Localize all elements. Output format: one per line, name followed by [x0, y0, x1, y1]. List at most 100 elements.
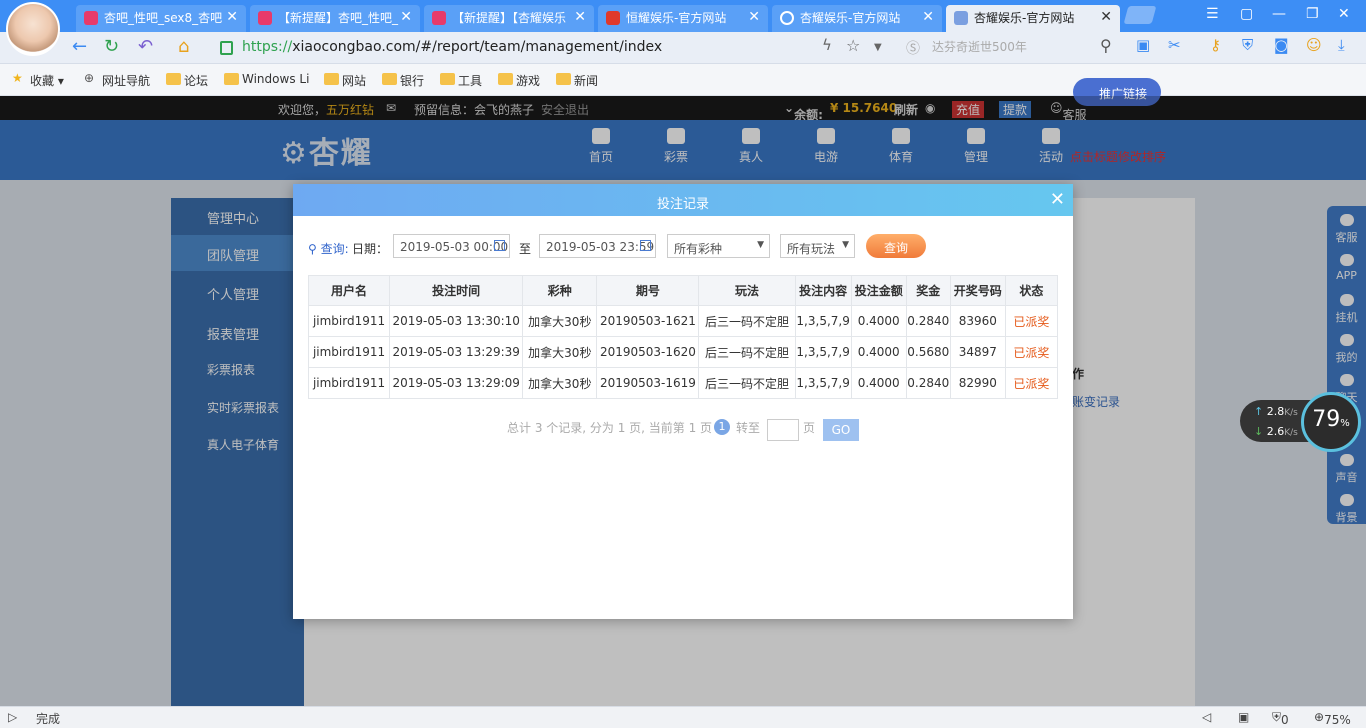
star-icon[interactable]: ☆	[846, 36, 860, 55]
memory-gauge[interactable]: 79%	[1301, 392, 1361, 452]
col-bet-time[interactable]: 投注时间	[389, 275, 524, 306]
query-label: ⚲ 查询:	[308, 242, 349, 256]
col-result[interactable]: 开奖号码	[949, 275, 1006, 306]
window-close-icon[interactable]: ✕	[1338, 6, 1350, 22]
scissors-icon[interactable]: ✂	[1168, 36, 1181, 54]
folder-icon	[498, 73, 513, 85]
address-bar: ← ↻ ↶ ⌂ https://xiaocongbao.com/#/report…	[0, 32, 1366, 64]
tab-label: 杏耀娱乐-官方网站	[800, 11, 901, 25]
chevron-down-icon: ▼	[757, 240, 764, 250]
upload-speed: ↑ 2.8K/s	[1254, 405, 1298, 418]
query-button[interactable]: 查询	[866, 234, 926, 258]
new-tab-button[interactable]	[1123, 6, 1157, 24]
bookmark-folder[interactable]: 网站	[324, 72, 366, 89]
maximize-icon[interactable]: ❐	[1306, 6, 1319, 22]
col-content[interactable]: 投注内容	[794, 275, 852, 306]
minimize-icon[interactable]: —	[1272, 6, 1286, 22]
cell-bonus: 0.2840	[905, 305, 951, 337]
col-username[interactable]: 用户名	[307, 275, 391, 306]
pager-go-button[interactable]: GO	[823, 419, 859, 441]
lock-icon[interactable]: ▣	[1238, 710, 1249, 724]
mute-icon[interactable]: ◁	[1202, 710, 1211, 724]
back-icon[interactable]: ←	[72, 36, 87, 57]
col-play[interactable]: 玩法	[698, 275, 796, 306]
close-icon[interactable]: ✕	[748, 9, 760, 25]
cell-lottery: 加拿大30秒	[522, 305, 598, 337]
search-engine-icon[interactable]: Ⓢ	[906, 38, 920, 58]
tab-4[interactable]: 恒耀娱乐-官方网站 ✕	[598, 5, 768, 32]
pager-current-page[interactable]: 1	[714, 419, 730, 435]
col-amount[interactable]: 投注金额	[850, 275, 907, 306]
cell-result: 83960	[949, 305, 1006, 337]
lightning-icon[interactable]: ϟ	[822, 36, 832, 54]
close-icon[interactable]: ✕	[1050, 189, 1065, 210]
translate-icon[interactable]: ◙	[1274, 36, 1289, 54]
tab-label: 杏吧_性吧_sex8_杏吧	[104, 11, 223, 25]
modal-header: 投注记录 ✕	[293, 184, 1073, 216]
bookmark-folder[interactable]: 银行	[382, 72, 424, 89]
undo-icon[interactable]: ↶	[138, 36, 153, 57]
bookmark-folder[interactable]: 游戏	[498, 72, 540, 89]
folder-icon	[440, 73, 455, 85]
play-select[interactable]: 所有玩法 ▼	[780, 234, 855, 258]
tab-2[interactable]: 【新提醒】杏吧_性吧_ ✕	[250, 5, 420, 32]
adblock-icon[interactable]: ⛨ 0	[1272, 710, 1289, 727]
site-favicon-icon	[432, 11, 446, 25]
bookmark-nav[interactable]: ⊕ 网址导航	[84, 71, 150, 89]
tab-label: 【新提醒】【杏耀娱乐	[452, 11, 567, 25]
calendar-icon[interactable]	[640, 240, 651, 251]
pager-goto-label: 转至	[736, 421, 761, 435]
site-favicon-icon	[606, 11, 620, 25]
bet-record-modal: 投注记录 ✕ ⚲ 查询: 日期： 2019-05-03 00:00 至 2019…	[293, 184, 1073, 619]
bookmark-folder[interactable]: 论坛	[166, 72, 208, 89]
tab-label: 恒耀娱乐-官方网站	[626, 11, 727, 25]
table-row[interactable]: jimbird1911 2019-05-03 13:29:09 加拿大30秒 2…	[307, 367, 1059, 399]
bookmark-favorites[interactable]: ★ 收藏 ▾	[12, 71, 64, 89]
col-status[interactable]: 状态	[1004, 275, 1059, 306]
tab-5[interactable]: 杏耀娱乐-官方网站 ✕	[772, 5, 942, 32]
search-hint[interactable]: 达芬奇逝世500年	[932, 38, 1027, 55]
skin-icon[interactable]: ▢	[1240, 6, 1253, 22]
lottery-select[interactable]: 所有彩种 ▼	[667, 234, 770, 258]
cell-status: 已派奖	[1004, 336, 1059, 368]
date-label: 日期：	[352, 242, 389, 256]
menu-icon[interactable]: ☰	[1206, 6, 1219, 22]
folder-icon	[324, 73, 339, 85]
download-icon[interactable]: ⤓	[1338, 36, 1345, 54]
site-favicon-icon	[258, 11, 272, 25]
reload-icon[interactable]: ↻	[104, 36, 119, 57]
zoom-indicator[interactable]: ⊕ 75%	[1314, 710, 1351, 727]
pager-page-input[interactable]	[767, 419, 799, 441]
more-icon[interactable]: ☺	[1306, 36, 1322, 54]
shield-icon[interactable]: ⛨	[1242, 36, 1253, 54]
search-icon: ⚲	[308, 242, 317, 256]
close-icon[interactable]: ✕	[574, 9, 586, 25]
chevron-down-icon[interactable]: ▼	[874, 42, 882, 53]
bookmark-folder[interactable]: 新闻	[556, 72, 598, 89]
bookmark-folder[interactable]: 工具	[440, 72, 482, 89]
date-from-input[interactable]: 2019-05-03 00:00	[393, 234, 510, 258]
extension-icon[interactable]: ▣	[1136, 36, 1150, 54]
bookmark-folder[interactable]: Windows Li	[224, 72, 309, 86]
table-row[interactable]: jimbird1911 2019-05-03 13:30:10 加拿大30秒 2…	[307, 305, 1059, 337]
search-icon[interactable]: ⚲	[1100, 36, 1112, 55]
col-issue[interactable]: 期号	[596, 275, 700, 306]
user-avatar[interactable]	[6, 2, 60, 56]
home-icon[interactable]: ⌂	[178, 36, 189, 57]
tab-3[interactable]: 【新提醒】【杏耀娱乐 ✕	[424, 5, 594, 32]
calendar-icon[interactable]	[494, 240, 505, 251]
close-icon[interactable]: ✕	[400, 9, 412, 25]
tab-1[interactable]: 杏吧_性吧_sex8_杏吧 ✕	[76, 5, 246, 32]
table-row[interactable]: jimbird1911 2019-05-03 13:29:39 加拿大30秒 2…	[307, 336, 1059, 368]
close-icon[interactable]: ✕	[226, 9, 238, 25]
col-lottery[interactable]: 彩种	[522, 275, 598, 306]
globe-icon: ⊕	[84, 71, 95, 85]
close-icon[interactable]: ✕	[922, 9, 934, 25]
cell-status: 已派奖	[1004, 305, 1059, 337]
tab-6-active[interactable]: 杏耀娱乐-官方网站 ✕	[946, 5, 1120, 32]
date-to-input[interactable]: 2019-05-03 23:59	[539, 234, 656, 258]
key-icon[interactable]: ⚷	[1210, 36, 1221, 54]
close-icon[interactable]: ✕	[1100, 9, 1112, 25]
col-bonus[interactable]: 奖金	[905, 275, 951, 306]
play-icon[interactable]: ▷	[8, 710, 17, 724]
